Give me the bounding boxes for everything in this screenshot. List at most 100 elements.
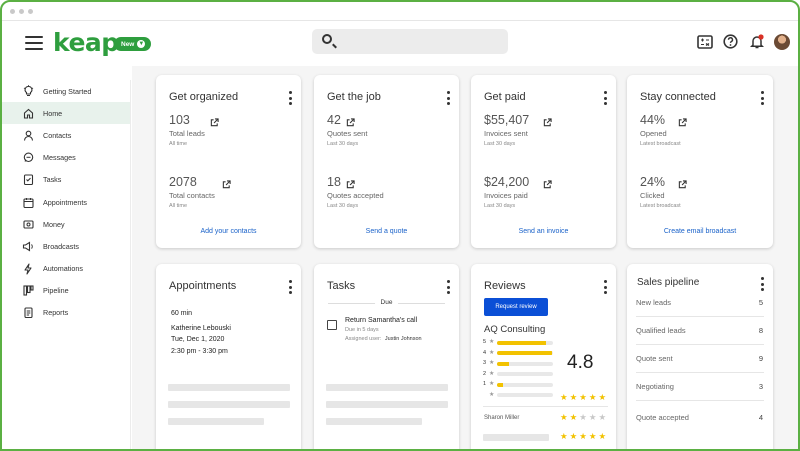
rating-bar-fill	[497, 382, 503, 387]
placeholder-line	[168, 418, 264, 425]
clicked-metric: 24% Clicked Latest broadcast	[640, 175, 681, 209]
sidebar-item-label: Automations	[43, 264, 83, 274]
more-options-icon[interactable]	[446, 280, 450, 294]
sidebar-item-broadcasts[interactable]: Broadcasts	[2, 235, 130, 257]
card-title: Stay connected	[640, 91, 716, 103]
pipeline-stage-row[interactable]: Negotiating 3	[636, 373, 764, 401]
metric-period: All time	[169, 141, 188, 147]
star-icon: ★	[489, 339, 495, 345]
more-options-icon[interactable]	[288, 280, 292, 294]
sidebar-item-getting-started[interactable]: Getting Started	[2, 80, 130, 102]
card-title: Sales pipeline	[637, 277, 700, 288]
pipeline-stage-label: Quote sent	[636, 354, 673, 363]
total-contacts-metric: 2078 Total contacts All time	[169, 175, 215, 209]
company-name: AQ Consulting	[484, 324, 546, 335]
task-item[interactable]: Return Samantha's call Due in 5 days Ass…	[345, 317, 422, 342]
sidebar-item-label: Home	[43, 108, 63, 118]
placeholder-line	[483, 434, 549, 441]
sidebar-item-tasks[interactable]: Tasks	[2, 169, 130, 191]
calculator-icon[interactable]	[696, 33, 713, 50]
rating-bar-fill	[497, 361, 510, 366]
more-options-icon[interactable]	[446, 91, 450, 105]
star-icon: ★	[489, 381, 495, 387]
avatar[interactable]	[774, 33, 790, 50]
star-icon: ★	[569, 392, 580, 402]
dashboard: Get organized 103 Total leads All time 2…	[132, 66, 798, 449]
external-link-icon[interactable]	[678, 118, 687, 127]
help-icon[interactable]	[722, 33, 739, 50]
send-quote-link[interactable]: Send a quote	[314, 228, 459, 235]
metric-label: Invoices sent	[484, 129, 528, 138]
star-icon: ★	[489, 370, 495, 377]
metric-value: 2078	[169, 175, 197, 189]
sidebar-item-reports[interactable]: Reports	[2, 302, 130, 324]
external-link-icon[interactable]	[543, 118, 552, 127]
appointment-item[interactable]: 60 min Katherine Lebouski Tue, Dec 1, 20…	[171, 308, 231, 357]
appointment-date: Tue, Dec 1, 2020	[171, 336, 225, 343]
pipeline-stage-row[interactable]: Quote sent 9	[636, 345, 764, 373]
report-icon	[22, 307, 34, 319]
sidebar-item-label: Pipeline	[43, 286, 69, 296]
sidebar-item-appointments[interactable]: Appointments	[2, 191, 130, 213]
menu-icon[interactable]	[25, 36, 43, 50]
task-checkbox[interactable]	[327, 320, 337, 330]
appointment-contact: Katherine Lebouski	[171, 324, 231, 332]
request-review-button[interactable]: Request review	[484, 298, 548, 316]
card-title: Get organized	[169, 91, 239, 103]
pipeline-stage-row[interactable]: Qualified leads 8	[636, 317, 764, 345]
external-link-icon[interactable]	[210, 118, 219, 127]
top-bar: keap New ▼	[2, 21, 798, 66]
sidebar-item-home[interactable]: Home	[2, 102, 130, 125]
sidebar-item-label: Appointments	[43, 197, 87, 207]
external-link-icon[interactable]	[346, 180, 355, 189]
lightning-icon	[22, 263, 34, 275]
metric-label: Invoices paid	[484, 191, 528, 200]
top-icons	[696, 33, 790, 50]
more-options-icon[interactable]	[288, 91, 292, 105]
placeholder-line	[326, 384, 448, 391]
sidebar-item-contacts[interactable]: Contacts	[2, 124, 130, 146]
notification-bell-icon[interactable]	[748, 33, 765, 50]
sidebar-item-automations[interactable]: Automations	[2, 258, 130, 280]
more-options-icon[interactable]	[603, 91, 607, 105]
new-button[interactable]: New ▼	[114, 37, 152, 51]
metric-value: 44%	[640, 113, 666, 127]
sidebar-item-pipeline[interactable]: Pipeline	[2, 280, 130, 302]
pipeline-stage-row[interactable]: New leads 5	[636, 289, 764, 317]
external-link-icon[interactable]	[678, 180, 687, 189]
card-title: Get paid	[484, 91, 526, 103]
star-icon: ★	[489, 391, 495, 398]
stay-connected-card: Stay connected 44% Opened Latest broadca…	[627, 75, 773, 248]
search-input[interactable]	[312, 29, 508, 54]
metric-value: 103	[169, 113, 190, 127]
star-icon: ★	[560, 392, 570, 402]
assigned-user: Justin Johnson	[384, 336, 422, 342]
total-leads-metric: 103 Total leads All time	[169, 113, 205, 147]
pipeline-stage-row[interactable]: Quote accepted 4	[636, 403, 764, 431]
rating-bar-track	[497, 361, 553, 366]
sidebar-item-label: Messages	[43, 153, 76, 163]
new-button-label: New	[121, 40, 135, 48]
review-stars: ★★★★★	[560, 412, 608, 423]
metric-label: Total contacts	[169, 191, 215, 200]
pipeline-stage-count: 3	[758, 382, 763, 391]
task-assignee: Assigned user: Justin Johnson	[345, 336, 422, 342]
appointment-time: 2:30 pm - 3:30 pm	[171, 347, 228, 355]
sidebar-item-messages[interactable]: Messages	[2, 147, 130, 169]
metric-label: Clicked	[640, 191, 665, 200]
get-organized-card: Get organized 103 Total leads All time 2…	[156, 75, 301, 248]
star-icon: ★	[569, 412, 580, 422]
external-link-icon[interactable]	[222, 180, 231, 189]
add-contacts-link[interactable]: Add your contacts	[156, 228, 301, 235]
window-chrome	[2, 2, 798, 21]
external-link-icon[interactable]	[543, 180, 552, 189]
create-broadcast-link[interactable]: Create email broadcast	[627, 228, 773, 235]
sidebar-item-money[interactable]: Money	[2, 213, 130, 235]
more-options-icon[interactable]	[760, 91, 764, 105]
rating-bar-row: 3 ★	[483, 360, 553, 368]
more-options-icon[interactable]	[603, 280, 607, 294]
sidebar-item-label: Tasks	[43, 175, 62, 185]
send-invoice-link[interactable]: Send an invoice	[471, 228, 616, 235]
keap-logo[interactable]: keap	[53, 28, 119, 57]
external-link-icon[interactable]	[346, 118, 355, 127]
